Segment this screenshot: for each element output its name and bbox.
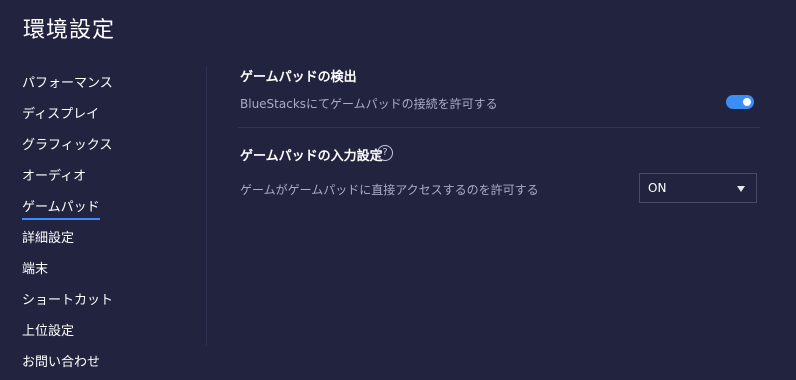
sidebar-item-graphics[interactable]: グラフィックス	[22, 134, 112, 153]
allow-connection-label: BlueStacksにてゲームパッドの接続を許可する	[240, 97, 498, 111]
sidebar-item-label: パフォーマンス	[22, 76, 113, 91]
select-value: ON	[648, 181, 667, 195]
sidebar-item-label: グラフィックス	[22, 138, 113, 153]
allow-connection-toggle[interactable]	[726, 95, 754, 109]
sidebar-item-gamepad[interactable]: ゲームパッド	[22, 196, 100, 220]
sidebar-item-audio[interactable]: オーディオ	[22, 165, 86, 184]
sidebar-item-label: ゲームパッド	[22, 200, 100, 220]
direct-access-label: ゲームがゲームパッドに直接アクセスするのを許可する	[240, 183, 539, 197]
section-divider	[238, 127, 760, 128]
sidebar-item-shortcuts[interactable]: ショートカット	[22, 289, 113, 308]
sidebar-item-contact[interactable]: お問い合わせ	[22, 351, 100, 370]
sidebar-item-label: 上位設定	[22, 324, 75, 339]
sidebar-item-label: お問い合わせ	[22, 355, 101, 370]
sidebar-item-display[interactable]: ディスプレイ	[22, 103, 99, 122]
sidebar-item-preferences[interactable]: 上位設定	[22, 320, 74, 339]
toggle-knob	[743, 98, 751, 106]
input-section-title: ゲームパッドの入力設定	[240, 149, 383, 164]
chevron-down-icon	[737, 186, 745, 192]
sidebar-item-label: ショートカット	[22, 293, 114, 308]
sidebar-item-label: ディスプレイ	[22, 107, 100, 122]
detection-section-title: ゲームパッドの検出	[240, 70, 357, 85]
sidebar-item-label: 端末	[22, 262, 49, 277]
sidebar-item-label: 詳細設定	[22, 231, 75, 246]
sidebar-divider	[206, 66, 207, 346]
sidebar-item-advanced[interactable]: 詳細設定	[22, 227, 74, 246]
sidebar-item-device[interactable]: 端末	[22, 258, 48, 277]
direct-access-select[interactable]: ON	[639, 173, 757, 203]
page-title: 環境設定	[23, 18, 116, 43]
help-icon[interactable]: ?	[377, 145, 393, 161]
sidebar: パフォーマンス ディスプレイ グラフィックス オーディオ ゲームパッド 詳細設定…	[0, 64, 206, 380]
sidebar-item-performance[interactable]: パフォーマンス	[22, 72, 113, 91]
sidebar-item-label: オーディオ	[22, 169, 87, 184]
